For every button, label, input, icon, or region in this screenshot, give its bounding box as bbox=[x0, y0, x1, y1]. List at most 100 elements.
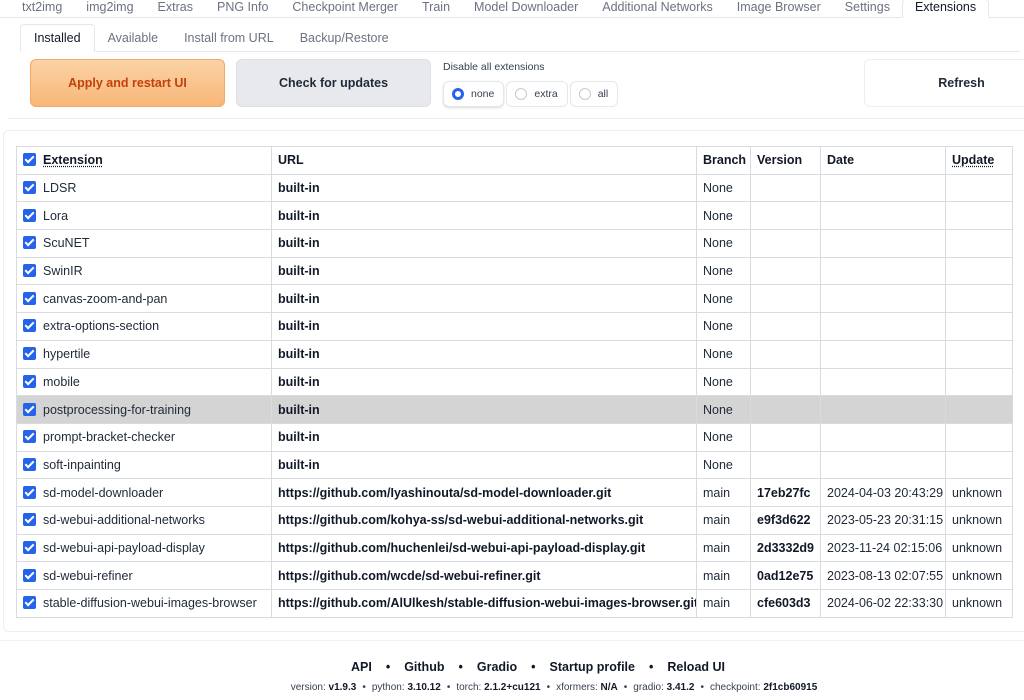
extension-date bbox=[820, 339, 946, 369]
radio-all-indicator[interactable] bbox=[578, 88, 591, 100]
extension-enabled-checkbox[interactable] bbox=[23, 236, 36, 250]
radio-none-indicator[interactable] bbox=[452, 88, 464, 100]
tab-checkpoint-merger[interactable]: Checkpoint Merger bbox=[280, 0, 410, 17]
version-label: version: bbox=[290, 682, 329, 693]
radio-extra-indicator[interactable] bbox=[515, 88, 528, 100]
footer-divider bbox=[0, 640, 1024, 641]
extension-name: ScuNET bbox=[43, 236, 90, 251]
extension-url[interactable]: https://github.com/kohya-ss/sd-webui-add… bbox=[271, 505, 697, 535]
select-all-checkbox[interactable] bbox=[23, 153, 36, 167]
extension-update: unknown bbox=[945, 505, 1013, 535]
extension-branch: None bbox=[696, 256, 751, 286]
extension-url: built-in bbox=[271, 229, 697, 258]
extension-date bbox=[820, 201, 946, 231]
extension-enabled-checkbox[interactable] bbox=[23, 181, 36, 195]
extension-update bbox=[945, 173, 1013, 203]
footer-version-separator: • bbox=[623, 682, 628, 693]
table-row: canvas-zoom-and-pan built-in None bbox=[16, 284, 1013, 314]
extension-name-cell: sd-webui-additional-networks bbox=[16, 505, 272, 535]
tab-extras[interactable]: Extras bbox=[146, 0, 205, 17]
footer-link-github[interactable]: Github bbox=[404, 660, 444, 674]
version-label: python: bbox=[371, 682, 408, 693]
footer-versions: version: v1.9.3 • python: 3.10.12 • torch: 2… bbox=[0, 682, 1024, 693]
extension-update bbox=[945, 256, 1013, 286]
extension-date bbox=[820, 395, 946, 424]
extension-name: sd-webui-additional-networks bbox=[43, 513, 205, 528]
version-value: N/A bbox=[600, 682, 618, 693]
footer-link-api[interactable]: API bbox=[351, 660, 372, 674]
extension-url[interactable]: https://github.com/wcde/sd-webui-refiner… bbox=[271, 561, 697, 590]
extension-url[interactable]: https://github.com/Iyashinouta/sd-model-… bbox=[271, 478, 697, 507]
subtab-backup-restore[interactable]: Backup/Restore bbox=[287, 31, 402, 51]
tab-additional-networks[interactable]: Additional Networks bbox=[590, 0, 724, 17]
extension-name-cell: canvas-zoom-and-pan bbox=[16, 284, 272, 314]
extension-enabled-checkbox[interactable] bbox=[23, 513, 36, 527]
subtab-available[interactable]: Available bbox=[95, 31, 172, 51]
extension-date bbox=[820, 229, 946, 258]
version-value: 3.10.12 bbox=[407, 682, 441, 693]
extension-url: built-in bbox=[271, 284, 697, 314]
extension-name: sd-model-downloader bbox=[43, 485, 164, 500]
extension-name: sd-webui-api-payload-display bbox=[43, 540, 205, 555]
radio-option-extra[interactable]: extra bbox=[506, 81, 568, 107]
footer-link-reload-ui[interactable]: Reload UI bbox=[667, 660, 725, 674]
extension-enabled-checkbox[interactable] bbox=[23, 596, 36, 610]
table-row: hypertile built-in None bbox=[16, 339, 1013, 369]
extension-branch: None bbox=[696, 173, 751, 203]
extension-name: soft-inpainting bbox=[43, 457, 121, 472]
extension-enabled-checkbox[interactable] bbox=[23, 264, 36, 278]
extension-name-cell: stable-diffusion-webui-images-browser bbox=[16, 589, 272, 618]
extension-enabled-checkbox[interactable] bbox=[23, 457, 36, 471]
footer-link-gradio[interactable]: Gradio bbox=[477, 660, 517, 674]
refresh-button[interactable]: Refresh bbox=[864, 59, 1024, 107]
extensions-table: Extension URL Branch Version Date Update… bbox=[16, 146, 1013, 618]
footer-version-separator: • bbox=[700, 682, 704, 693]
tab-png-info[interactable]: PNG Info bbox=[205, 0, 280, 17]
extension-enabled-checkbox[interactable] bbox=[23, 291, 36, 305]
table-row: Lora built-in None bbox=[16, 201, 1013, 231]
extension-name: mobile bbox=[43, 374, 80, 389]
extension-version: 2d3332d9 bbox=[750, 533, 821, 563]
extension-name: sd-webui-refiner bbox=[43, 568, 133, 583]
extension-url[interactable]: https://github.com/AlUlkesh/stable-diffu… bbox=[271, 589, 697, 618]
tab-settings[interactable]: Settings bbox=[833, 0, 902, 17]
extension-enabled-checkbox[interactable] bbox=[23, 485, 36, 499]
extension-enabled-checkbox[interactable] bbox=[23, 540, 36, 554]
extension-enabled-checkbox[interactable] bbox=[23, 430, 36, 444]
extension-enabled-checkbox[interactable] bbox=[23, 374, 36, 388]
extension-date: 2024-06-02 22:33:30 bbox=[820, 589, 946, 618]
extension-date bbox=[820, 256, 946, 286]
extension-date bbox=[820, 173, 946, 203]
extension-name: postprocessing-for-training bbox=[43, 402, 191, 417]
footer-link-startup-profile[interactable]: Startup profile bbox=[550, 660, 635, 674]
radio-option-all[interactable]: all bbox=[569, 81, 619, 107]
tab-train[interactable]: Train bbox=[410, 0, 462, 17]
subtab-installed[interactable]: Installed bbox=[20, 24, 95, 52]
apply-and-restart-button[interactable]: Apply and restart UI bbox=[30, 59, 225, 107]
extension-date: 2023-11-24 02:15:06 bbox=[820, 533, 946, 563]
extension-enabled-checkbox[interactable] bbox=[23, 402, 36, 416]
table-row: sd-webui-refiner https://github.com/wcde/… bbox=[16, 561, 1013, 590]
extension-update: unknown bbox=[945, 561, 1013, 590]
subtab-install-from-url[interactable]: Install from URL bbox=[171, 31, 287, 51]
radio-option-label: all bbox=[597, 88, 609, 100]
radio-option-none[interactable]: none bbox=[443, 81, 505, 107]
extension-url: built-in bbox=[271, 339, 697, 369]
extension-enabled-checkbox[interactable] bbox=[23, 208, 36, 222]
extension-version bbox=[750, 312, 821, 341]
tab-img2img[interactable]: img2img bbox=[74, 0, 145, 17]
extension-name: hypertile bbox=[43, 347, 91, 362]
tab-model-downloader[interactable]: Model Downloader bbox=[462, 0, 590, 17]
tab-txt2img[interactable]: txt2img bbox=[0, 0, 74, 17]
check-for-updates-button[interactable]: Check for updates bbox=[236, 59, 431, 107]
extension-enabled-checkbox[interactable] bbox=[23, 347, 36, 361]
extension-name: canvas-zoom-and-pan bbox=[43, 291, 168, 306]
extension-version bbox=[750, 229, 821, 258]
tab-extensions[interactable]: Extensions bbox=[901, 0, 990, 18]
extension-url[interactable]: https://github.com/huchenlei/sd-webui-ap… bbox=[271, 533, 697, 563]
extension-name-cell: soft-inpainting bbox=[16, 450, 272, 480]
extension-enabled-checkbox[interactable] bbox=[23, 319, 36, 333]
tab-image-browser[interactable]: Image Browser bbox=[725, 0, 833, 17]
extension-url: built-in bbox=[271, 450, 697, 480]
extension-enabled-checkbox[interactable] bbox=[23, 568, 36, 582]
